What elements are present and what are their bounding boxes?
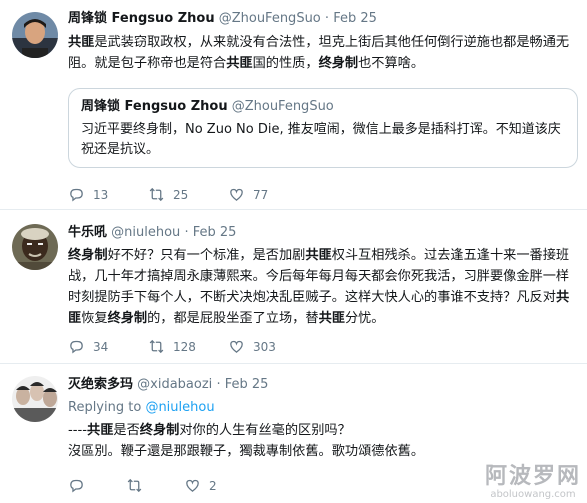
separator: ·	[324, 11, 330, 26]
retweet-icon	[127, 478, 142, 493]
retweet-button[interactable]	[126, 477, 184, 494]
display-name[interactable]: 周锋锁 Fengsuo Zhou	[68, 11, 215, 26]
heart-icon	[186, 479, 199, 492]
quoted-tweet[interactable]: 周锋锁 Fengsuo Zhou @ZhouFengSuo 习近平要终身制，No…	[68, 88, 578, 168]
user-handle[interactable]: @niulehou	[111, 225, 180, 240]
reply-count: 34	[93, 339, 109, 354]
highlighted-keyword: 终身制	[68, 248, 108, 263]
heart-icon	[230, 340, 243, 353]
tweet-text: ----共匪是否终身制对你的人生有丝毫的区别吗？ 沒區別。鞭子還是那跟鞭子，獨裁…	[68, 420, 579, 462]
tweet-text: 共匪是武装窃取政权，从来就没有合法性，坦克上街后其他任何倒行逆施也都是畅通无阻。…	[68, 32, 579, 74]
avatar[interactable]	[12, 376, 58, 422]
reply-icon	[70, 340, 83, 354]
highlighted-keyword: 共匪	[226, 56, 253, 71]
highlighted-keyword: 终身制	[318, 56, 359, 71]
retweet-icon	[149, 339, 164, 354]
retweet-icon	[149, 187, 164, 202]
tweet-header: 周锋锁 Fengsuo Zhou @ZhouFengSuo · Feb 25	[68, 10, 579, 28]
user-handle[interactable]: @ZhouFengSuo	[219, 11, 321, 26]
retweet-count: 25	[173, 187, 189, 202]
separator: ·	[184, 225, 189, 240]
highlighted-keyword: 终身制	[139, 423, 180, 438]
replying-label: Replying to	[68, 400, 142, 415]
text-segment: 分忧。	[344, 311, 385, 326]
text-segment: 对你的人生有丝毫的区别吗？	[179, 423, 351, 438]
text-segment: ----	[68, 423, 88, 438]
like-count: 2	[209, 478, 217, 493]
site-watermark: 阿波罗网 aboluowang.com	[485, 465, 581, 501]
reply-icon	[70, 479, 83, 493]
tweet-header: 牛乐吼 @niulehou · Feb 25	[68, 224, 579, 242]
retweet-count: 128	[173, 339, 196, 354]
reply-button[interactable]: 13	[68, 186, 148, 203]
text-segment: 是否	[113, 423, 140, 438]
watermark-text: 阿波罗网	[484, 464, 581, 489]
tweet-2[interactable]: 牛乐吼 @niulehou · Feb 25 终身制好不好？只有一个标准，是否加…	[0, 210, 587, 364]
tweet-actions: 13 25 77	[68, 186, 308, 203]
text-segment: 沒區別。鞭子還是那跟鞭子，獨裁專制依舊。歌功頌德依舊。	[68, 444, 425, 459]
tweet-date[interactable]: Feb 25	[193, 225, 237, 240]
retweet-button[interactable]: 128	[148, 338, 228, 355]
heart-icon	[230, 188, 243, 201]
tweet-text: 终身制好不好？只有一个标准，是否加剧共匪权斗互相残杀。过去逢五逢十来一番接班战，…	[68, 245, 579, 329]
text-segment: 的，都是屁股坐歪了立场，替	[147, 311, 319, 326]
tweet-1[interactable]: 周锋锁 Fengsuo Zhou @ZhouFengSuo · Feb 25 共…	[0, 0, 587, 210]
tweet-header: 灭绝索多玛 @xidabaozi · Feb 25	[68, 376, 579, 394]
watermark-url: aboluowang.com	[490, 489, 576, 500]
highlighted-keyword: 共匪	[68, 35, 95, 50]
avatar[interactable]	[12, 12, 58, 58]
reply-button[interactable]: 34	[68, 338, 148, 355]
retweet-button[interactable]: 25	[148, 186, 228, 203]
highlighted-keyword: 共匪	[87, 423, 114, 438]
highlighted-keyword: 共匪	[318, 311, 345, 326]
text-segment: 也不算啥。	[358, 56, 425, 71]
text-segment: 好不好？只有一个标准，是否加剧	[107, 248, 306, 263]
replying-to: Replying to @niulehou	[68, 398, 579, 418]
separator: ·	[216, 377, 221, 392]
tweet-actions: 2	[68, 477, 264, 494]
quoted-display-name: 周锋锁 Fengsuo Zhou	[81, 99, 228, 114]
reply-button[interactable]	[68, 477, 126, 494]
like-count: 303	[253, 339, 276, 354]
replying-to-link[interactable]: @niulehou	[145, 400, 214, 415]
display-name[interactable]: 灭绝索多玛	[68, 377, 133, 392]
display-name[interactable]: 牛乐吼	[68, 225, 107, 240]
tweet-actions: 34 128 303	[68, 338, 308, 355]
text-segment: 国的性质，	[252, 56, 319, 71]
avatar[interactable]	[12, 224, 58, 270]
user-handle[interactable]: @xidabaozi	[137, 377, 212, 392]
quoted-user-handle: @ZhouFengSuo	[231, 99, 334, 114]
reply-count: 13	[93, 187, 109, 202]
reply-icon	[70, 188, 83, 202]
like-button[interactable]: 2	[184, 477, 264, 494]
like-button[interactable]: 303	[228, 338, 308, 355]
like-button[interactable]: 77	[228, 186, 308, 203]
like-count: 77	[253, 187, 269, 202]
highlighted-keyword: 终身制	[107, 311, 148, 326]
text-segment: 恢复	[81, 311, 108, 326]
highlighted-keyword: 共匪	[305, 248, 332, 263]
tweet-date[interactable]: Feb 25	[333, 11, 377, 26]
tweet-date[interactable]: Feb 25	[225, 377, 269, 392]
quoted-tweet-text: 习近平要终身制，No Zuo No Die, 推友喧闹，微信上最多是插科打诨。不…	[81, 122, 561, 157]
